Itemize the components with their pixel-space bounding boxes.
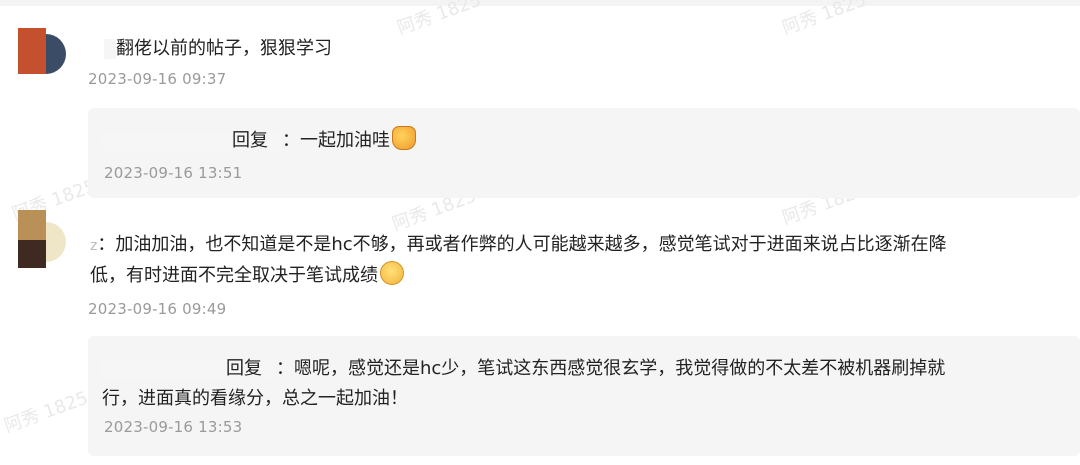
reply-separator: ：	[282, 130, 300, 151]
redacted-username	[102, 359, 226, 379]
comment-text: 翻佬以前的帖子，狠狠学习	[104, 34, 332, 64]
reply-prefix: 回复	[226, 358, 262, 379]
comment-timestamp: 2023-09-16 09:37	[88, 70, 227, 88]
avatar[interactable]	[18, 210, 66, 268]
watermark: 阿秀 1825	[1, 387, 91, 438]
watermark: 阿秀 1825	[394, 0, 484, 40]
pleading-face-emoji-icon	[380, 261, 404, 285]
redacted-username	[104, 39, 116, 59]
watermark: 阿秀 1825	[779, 0, 869, 40]
reply-separator: ：	[276, 358, 294, 379]
avatar[interactable]	[18, 28, 66, 86]
redacted-username	[268, 131, 282, 151]
comment-text: z：加油加油，也不知道是不是hc不够，再或者作弊的人可能越来越多，感觉笔试对于进…	[90, 234, 947, 286]
fist-emoji-icon	[392, 126, 416, 150]
top-divider	[0, 0, 1080, 6]
redacted-username	[102, 131, 232, 151]
reply-box: 回复 ：一起加油哇 2023-09-16 13:51	[88, 108, 1080, 198]
reply-prefix: 回复	[232, 130, 268, 151]
reply-text: 回复 ：一起加油哇	[102, 126, 416, 156]
reply-box: 回复 ：嗯呢，感觉还是hc少，笔试这东西感觉很玄学，我觉得做的不太差不被机器刷掉就…	[88, 336, 1080, 456]
redacted-username	[262, 359, 276, 379]
reply-timestamp: 2023-09-16 13:53	[104, 418, 243, 436]
reply-text: 回复 ：嗯呢，感觉还是hc少，笔试这东西感觉很玄学，我觉得做的不太差不被机器刷掉就…	[102, 358, 946, 409]
reply-timestamp: 2023-09-16 13:51	[104, 164, 243, 182]
comment-timestamp: 2023-09-16 09:49	[88, 300, 227, 318]
